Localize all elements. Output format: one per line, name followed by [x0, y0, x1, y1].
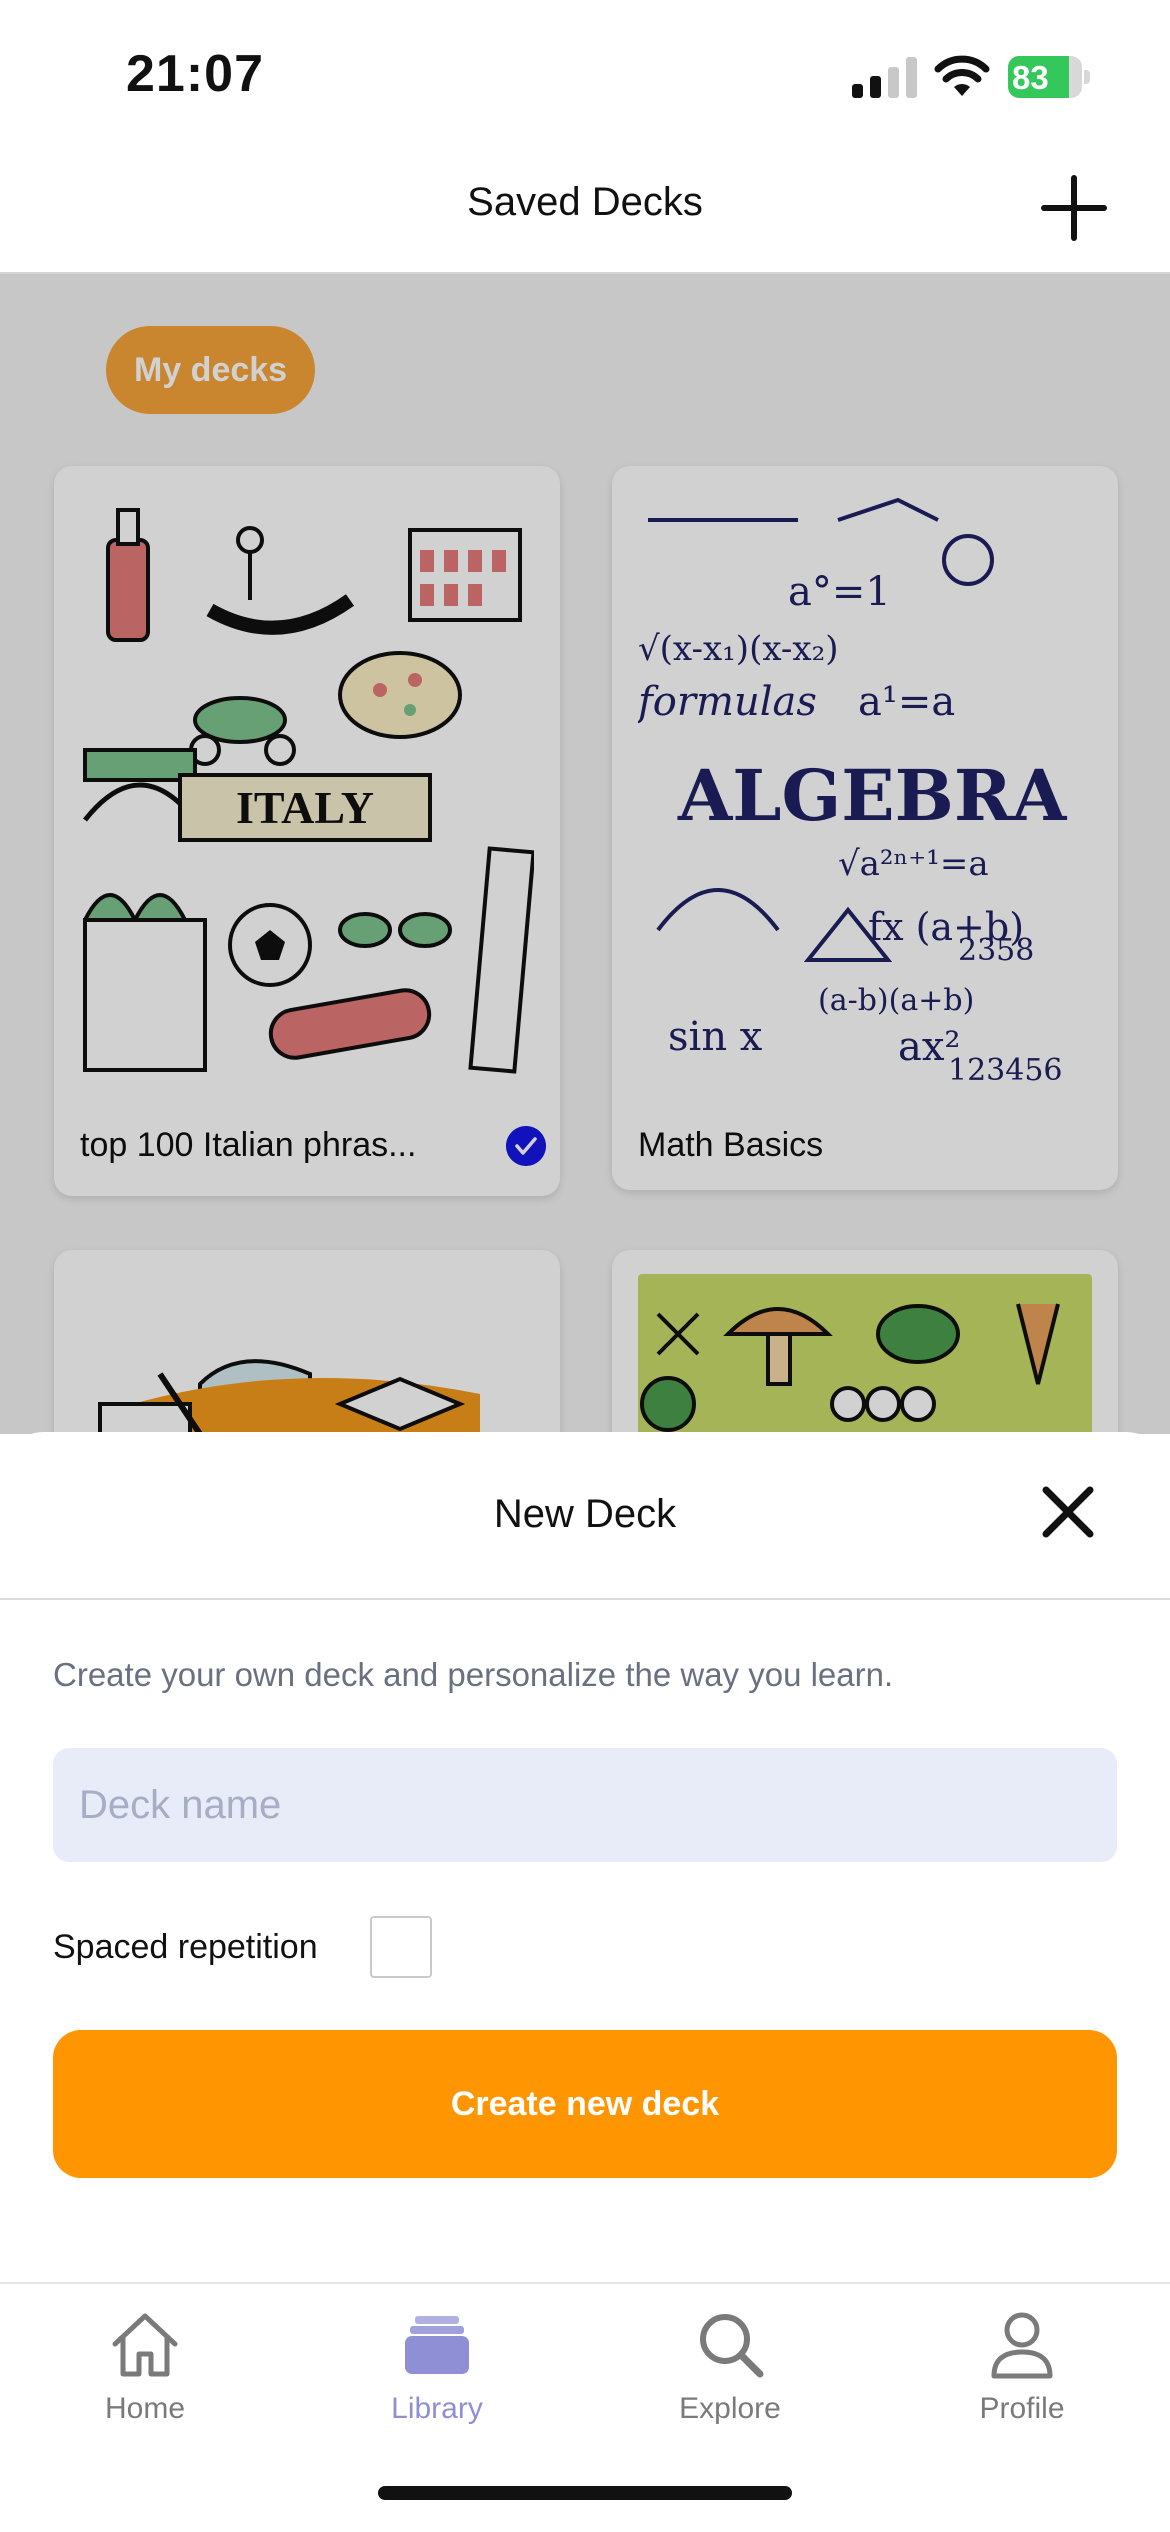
cellular-signal-icon	[852, 57, 917, 98]
wifi-icon	[934, 55, 990, 96]
tab-label: Home	[104, 2392, 186, 2425]
spaced-repetition-label: Spaced repetition	[53, 1928, 318, 1966]
close-icon[interactable]	[1034, 1478, 1102, 1546]
app-header: Saved Decks	[0, 150, 1170, 274]
tab-label: Library	[391, 2392, 483, 2425]
sheet-title: New Deck	[493, 1492, 677, 1536]
tab-explore[interactable]: Explore	[630, 2304, 830, 2444]
tab-home[interactable]: Home	[45, 2304, 245, 2444]
deck-name-input[interactable]	[53, 1748, 1117, 1862]
spaced-repetition-checkbox[interactable]	[370, 1916, 432, 1978]
person-icon	[991, 2312, 1053, 2379]
create-deck-button[interactable]: Create new deck	[53, 2030, 1117, 2178]
new-deck-sheet: New Deck Create your own deck and person…	[0, 1432, 1170, 2282]
search-icon	[700, 2314, 764, 2378]
page-title: Saved Decks	[467, 180, 703, 224]
backdrop-overlay[interactable]	[0, 274, 1170, 1434]
tab-label: Explore	[679, 2392, 781, 2425]
divider	[0, 1598, 1170, 1600]
sheet-description: Create your own deck and personalize the…	[53, 1656, 894, 1693]
home-indicator[interactable]	[378, 2486, 792, 2500]
battery-icon: 83	[1008, 56, 1090, 98]
tab-profile[interactable]: Profile	[922, 2304, 1122, 2444]
library-icon	[405, 2316, 469, 2374]
add-deck-button[interactable]	[1036, 170, 1112, 246]
battery-percent: 83	[1012, 59, 1049, 96]
status-time: 21:07	[126, 45, 264, 103]
status-bar: 21:07 83	[0, 0, 1170, 150]
home-icon	[112, 2313, 178, 2377]
tab-label: Profile	[979, 2392, 1065, 2425]
decks-content: My decks ITALY top 100 Italian phras... …	[0, 274, 1170, 1434]
tab-library[interactable]: Library	[337, 2304, 537, 2444]
